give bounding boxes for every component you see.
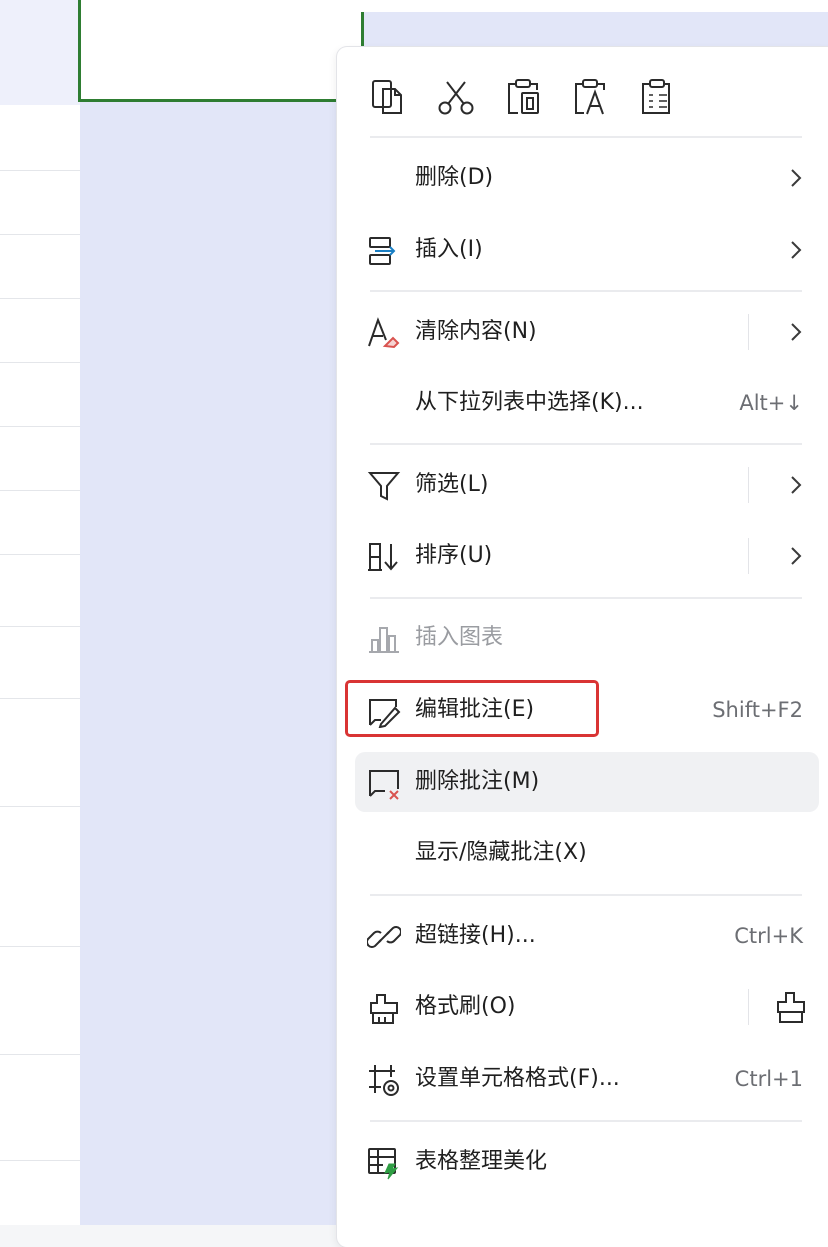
insert-icon — [369, 237, 396, 265]
paste-special-button[interactable] — [635, 75, 679, 119]
delete-comment-icon — [369, 770, 399, 800]
submenu-divider — [748, 314, 749, 350]
menu-item-label: 插入(I) — [415, 237, 483, 262]
menu-item-sort[interactable]: 排序(U) — [355, 526, 819, 586]
shortcut-label: Ctrl+1 — [734, 1067, 803, 1091]
menu-item-label: 排序(U) — [415, 543, 493, 568]
cell-strip — [338, 0, 828, 12]
menu-separator — [370, 290, 802, 292]
filter-icon — [367, 472, 401, 501]
menu-item-pick-from-list[interactable]: 从下拉列表中选择(K)... Alt+↓ — [355, 373, 819, 433]
row-line — [0, 1054, 80, 1055]
menu-separator — [370, 443, 802, 445]
menu-item-format-cells[interactable]: 设置单元格格式(F)... Ctrl+1 — [355, 1049, 819, 1109]
row-line — [0, 298, 80, 299]
context-menu: 删除(D) 插入(I) 清除内容(N) 从下拉列表中选择(K)... Alt+↓ — [337, 47, 828, 1247]
submenu-divider — [748, 989, 749, 1025]
chart-icon — [369, 627, 399, 653]
cut-button[interactable] — [434, 75, 478, 119]
format-cells-icon — [369, 1065, 399, 1096]
menu-item-clear-content[interactable]: 清除内容(N) — [355, 302, 819, 362]
menu-item-label: 设置单元格格式(F)... — [415, 1066, 620, 1091]
row-line — [0, 170, 80, 171]
menu-item-toggle-comment[interactable]: 显示/隐藏批注(X) — [355, 823, 819, 883]
menu-separator — [370, 1120, 802, 1122]
row-line — [0, 426, 80, 427]
paste-button[interactable] — [501, 75, 545, 119]
menu-item-filter[interactable]: 筛选(L) — [355, 455, 819, 515]
menu-item-label: 显示/隐藏批注(X) — [415, 840, 587, 865]
shortcut-label: Ctrl+K — [734, 924, 803, 948]
chevron-right-icon[interactable] — [787, 471, 805, 499]
row-line — [0, 234, 80, 235]
menu-separator — [370, 597, 802, 599]
menu-item-edit-comment[interactable]: 编辑批注(E) Shift+F2 — [355, 680, 819, 740]
selected-column-range[interactable] — [80, 0, 338, 1225]
menu-item-delete[interactable]: 删除(D) — [355, 148, 819, 208]
menu-item-label: 筛选(L) — [415, 472, 489, 497]
chevron-right-icon[interactable] — [787, 542, 805, 570]
menu-separator — [370, 136, 802, 138]
cut-icon — [438, 81, 474, 115]
shortcut-label: Shift+F2 — [712, 698, 803, 722]
chevron-right-icon — [791, 169, 802, 187]
shortcut-label: Alt+↓ — [739, 391, 803, 415]
menu-item-format-painter[interactable]: 格式刷(O) — [355, 977, 819, 1037]
menu-separator — [370, 894, 802, 896]
row-line — [0, 362, 80, 363]
format-painter-icon — [370, 994, 398, 1024]
menu-item-hyperlink[interactable]: 超链接(H)... Ctrl+K — [355, 906, 819, 966]
row-line — [0, 554, 80, 555]
menu-item-label: 删除批注(M) — [415, 769, 540, 794]
edit-comment-icon — [369, 699, 401, 728]
paste-text-button[interactable] — [568, 75, 612, 119]
paste-icon — [508, 79, 539, 114]
paste-text-icon — [575, 79, 605, 115]
clipboard-toolbar — [367, 67, 702, 127]
menu-item-delete-comment[interactable]: 删除批注(M) — [355, 752, 819, 812]
link-icon — [367, 926, 401, 948]
column-a[interactable] — [0, 0, 80, 1225]
row-line — [0, 806, 80, 807]
chevron-right-icon[interactable] — [787, 318, 805, 346]
menu-item-label: 清除内容(N) — [415, 319, 537, 344]
row-line — [0, 626, 80, 627]
paste-special-icon — [642, 79, 670, 114]
active-cell[interactable] — [78, 0, 364, 102]
menu-item-label: 格式刷(O) — [415, 994, 516, 1019]
row-line — [0, 1160, 80, 1161]
menu-item-label: 超链接(H)... — [415, 923, 536, 948]
menu-item-label: 插入图表 — [415, 625, 504, 650]
column-a-selected-top — [0, 0, 80, 105]
row-line — [0, 698, 80, 699]
menu-item-insert-chart: 插入图表 — [355, 608, 819, 668]
submenu-divider — [748, 467, 749, 503]
sort-icon — [368, 543, 398, 571]
clear-content-icon — [368, 317, 400, 349]
copy-button[interactable] — [367, 75, 411, 119]
menu-item-label: 表格整理美化 — [415, 1149, 548, 1174]
submenu-divider — [748, 538, 749, 574]
menu-item-insert[interactable]: 插入(I) — [355, 220, 819, 280]
menu-item-label: 从下拉列表中选择(K)... — [415, 390, 644, 415]
row-line — [0, 946, 80, 947]
format-painter-brush-icon[interactable] — [773, 989, 809, 1025]
beautify-table-icon — [368, 1148, 399, 1180]
row-line — [0, 490, 80, 491]
menu-item-label: 删除(D) — [415, 165, 494, 190]
copy-icon — [372, 80, 402, 114]
menu-item-label: 编辑批注(E) — [415, 697, 535, 722]
menu-item-beautify-table[interactable]: 表格整理美化 — [355, 1132, 819, 1192]
chevron-right-icon — [791, 241, 802, 259]
